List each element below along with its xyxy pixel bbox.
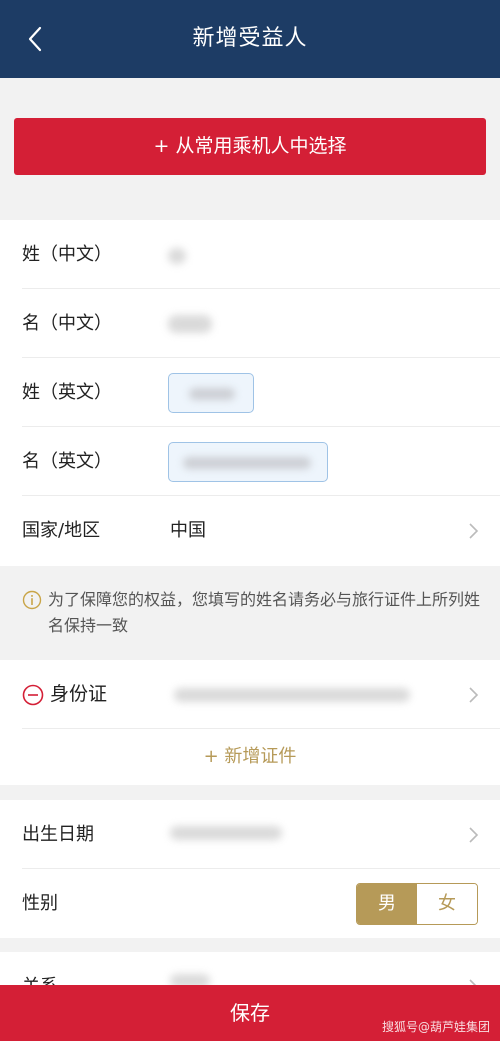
gender-female-option[interactable]: 女 (417, 884, 477, 924)
country-value: 中国 (170, 520, 206, 541)
given-cn-label: 名（中文） (22, 313, 112, 334)
surname-cn-label: 姓（中文） (22, 244, 112, 265)
chevron-right-icon (469, 827, 479, 843)
country-label: 国家/地区 (22, 520, 101, 541)
id-type-label: 身份证 (50, 683, 108, 705)
surname-cn-value-blurred[interactable] (168, 248, 186, 264)
gender-row: 性别 男 女 (22, 869, 500, 938)
choose-frequent-passenger-button[interactable]: + 从常用乘机人中选择 (14, 118, 486, 175)
gender-toggle[interactable]: 男 女 (356, 883, 478, 925)
given-en-row[interactable]: 名（英文） (22, 427, 500, 496)
add-certificate-button[interactable]: + 新增证件 (22, 729, 478, 785)
surname-en-value-blurred (189, 388, 235, 400)
surname-en-input[interactable] (168, 373, 254, 413)
birth-date-value-blurred[interactable] (170, 826, 282, 840)
surname-en-label: 姓（英文） (22, 382, 112, 403)
top-nav-bar: 新增受益人 (0, 0, 500, 78)
id-row[interactable]: 身份证 (22, 660, 500, 729)
minus-circle-icon[interactable] (22, 684, 44, 706)
birth-date-label: 出生日期 (22, 824, 94, 845)
add-cert-row: + 新增证件 (22, 729, 500, 785)
surname-cn-row[interactable]: 姓（中文） (22, 220, 500, 289)
given-en-label: 名（英文） (22, 451, 112, 472)
given-en-value-blurred (183, 457, 311, 469)
id-number-blurred[interactable] (174, 688, 410, 702)
country-row[interactable]: 国家/地区 中国 (22, 496, 500, 565)
given-en-input[interactable] (168, 442, 328, 482)
id-card-section: 身份证 + 新增证件 (0, 660, 500, 785)
notice-text: 为了保障您的权益，您填写的姓名请务必与旅行证件上所列姓名保持一致 (48, 590, 481, 635)
given-cn-row[interactable]: 名（中文） (22, 289, 500, 358)
page-title: 新增受益人 (192, 26, 308, 51)
gender-label: 性别 (22, 893, 58, 914)
given-cn-value-blurred[interactable] (168, 315, 212, 333)
gender-male-option[interactable]: 男 (357, 884, 417, 924)
name-notice: 为了保障您的权益，您填写的姓名请务必与旅行证件上所列姓名保持一致 (0, 566, 500, 660)
chevron-right-icon (469, 523, 479, 539)
watermark: 搜狐号@葫芦娃集团 (381, 1020, 490, 1034)
save-bar: 保存 搜狐号@葫芦娃集团 (0, 985, 500, 1041)
chevron-right-icon (469, 687, 479, 703)
name-card: 姓（中文） 名（中文） 姓（英文） 名（英文） 国家/地区 中国 (0, 220, 500, 566)
birth-date-row[interactable]: 出生日期 (22, 800, 500, 869)
personal-section: 出生日期 性别 男 女 (0, 800, 500, 938)
surname-en-row[interactable]: 姓（英文） (22, 358, 500, 427)
info-circle-icon (22, 590, 42, 610)
